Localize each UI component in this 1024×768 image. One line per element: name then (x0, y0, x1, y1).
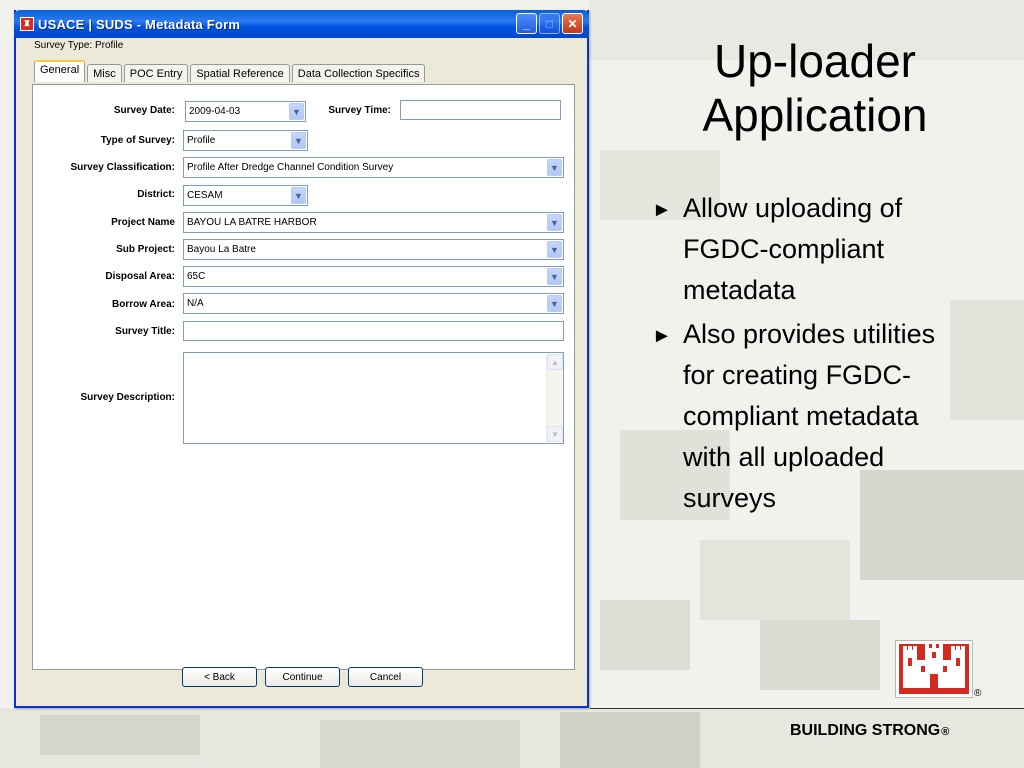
survey-classification-label: Survey Classification: (70, 162, 175, 173)
tab-data-collection-specifics[interactable]: Data Collection Specifics (291, 64, 426, 82)
bullet-arrow-icon: ► (652, 199, 672, 221)
tab-general[interactable]: General (34, 60, 86, 82)
close-button[interactable]: ✕ (562, 13, 583, 34)
survey-time-label: Survey Time: (328, 105, 391, 116)
usace-castle-logo (896, 641, 972, 697)
maximize-button[interactable]: □ (539, 13, 560, 34)
survey-date-select[interactable]: 2009-04-03 ▼ (185, 101, 306, 122)
back-button[interactable]: < Back (182, 667, 257, 687)
dropdown-arrow-icon[interactable]: ▼ (547, 214, 562, 231)
tab-misc[interactable]: Misc (87, 64, 122, 82)
dropdown-arrow-icon[interactable]: ▼ (547, 268, 562, 285)
sub-project-select[interactable]: Bayou La Batre ▼ (183, 239, 564, 260)
brand-registered-mark: ® (941, 726, 950, 738)
footer-brand: BUILDING STRONG ® (790, 722, 949, 740)
project-name-select[interactable]: BAYOU LA BATRE HARBOR ▼ (183, 212, 564, 233)
district-value: CESAM (187, 190, 223, 201)
slide-title-line-2: Application (702, 89, 928, 141)
project-name-value: BAYOU LA BATRE HARBOR (187, 217, 317, 228)
dropdown-arrow-icon[interactable]: ▼ (289, 103, 304, 120)
dropdown-arrow-icon[interactable]: ▼ (291, 132, 306, 149)
survey-title-label: Survey Title: (115, 326, 175, 337)
logo-registered-mark: ® (974, 688, 982, 699)
tab-spatial-reference[interactable]: Spatial Reference (190, 64, 290, 82)
survey-time-field[interactable] (400, 100, 561, 120)
borrow-area-label: Borrow Area: (112, 299, 175, 310)
usace-castle-icon: ♜ (20, 17, 34, 31)
type-of-survey-value: Profile (187, 135, 216, 146)
bullet-item: ► Also provides utilities for creating F… (652, 314, 1012, 519)
district-select[interactable]: CESAM ▼ (183, 185, 308, 206)
dropdown-arrow-icon[interactable]: ▼ (291, 187, 306, 204)
dropdown-arrow-icon[interactable]: ▼ (547, 159, 562, 176)
survey-description-textarea[interactable]: ▲ ▼ (183, 352, 564, 444)
minimize-icon: _ (523, 16, 530, 31)
metadata-form-window: ♜ USACE | SUDS - Metadata Form _ □ ✕ Sur… (14, 10, 589, 708)
survey-title-field[interactable] (183, 321, 564, 341)
project-name-label: Project Name (111, 217, 175, 228)
bullet-item: ► Allow uploading of FGDC-compliant meta… (652, 188, 1012, 311)
slide-title-line-1: Up-loader (714, 35, 916, 87)
window-title-bar[interactable]: ♜ USACE | SUDS - Metadata Form _ □ ✕ (14, 10, 589, 38)
footer-divider (590, 708, 1024, 709)
type-of-survey-select[interactable]: Profile ▼ (183, 130, 308, 151)
scroll-down-icon[interactable]: ▼ (547, 426, 563, 442)
survey-type-label: Survey Type: Profile (34, 40, 124, 51)
dropdown-arrow-icon[interactable]: ▼ (547, 295, 562, 312)
bullet-text: Allow uploading of FGDC-compliant metada… (683, 193, 903, 305)
disposal-area-value: 65C (187, 271, 206, 282)
bullet-list: ► Allow uploading of FGDC-compliant meta… (652, 188, 1012, 522)
slide-title: Up-loader Application (640, 34, 990, 142)
borrow-area-value: N/A (187, 298, 204, 309)
close-icon: ✕ (567, 16, 578, 31)
district-label: District: (137, 189, 175, 200)
survey-description-label: Survey Description: (80, 392, 175, 403)
minimize-button[interactable]: _ (516, 13, 537, 34)
sub-project-label: Sub Project: (116, 244, 175, 255)
brand-text: BUILDING STRONG (790, 722, 941, 739)
borrow-area-select[interactable]: N/A ▼ (183, 293, 564, 314)
window-title: USACE | SUDS - Metadata Form (38, 16, 241, 32)
disposal-area-select[interactable]: 65C ▼ (183, 266, 564, 287)
survey-date-value: 2009-04-03 (189, 106, 241, 117)
scroll-up-icon[interactable]: ▲ (547, 354, 563, 370)
survey-classification-select[interactable]: Profile After Dredge Channel Condition S… (183, 157, 564, 178)
type-of-survey-label: Type of Survey: (100, 135, 175, 146)
bullet-text: Also provides utilities for creating FGD… (683, 319, 936, 513)
continue-button[interactable]: Continue (265, 667, 340, 687)
maximize-icon: □ (545, 16, 554, 31)
general-tab-panel: Survey Date: 2009-04-03 ▼ Survey Time: T… (32, 84, 575, 670)
tab-bar: General Misc POC Entry Spatial Reference… (34, 60, 427, 82)
tab-poc-entry[interactable]: POC Entry (123, 64, 189, 82)
castle-icon (903, 644, 965, 688)
bullet-arrow-icon: ► (652, 325, 672, 347)
cancel-button[interactable]: Cancel (348, 667, 423, 687)
disposal-area-label: Disposal Area: (105, 271, 175, 282)
dropdown-arrow-icon[interactable]: ▼ (547, 241, 562, 258)
survey-classification-value: Profile After Dredge Channel Condition S… (187, 162, 394, 173)
description-scrollbar[interactable]: ▲ ▼ (546, 354, 563, 442)
sub-project-value: Bayou La Batre (187, 244, 256, 255)
survey-date-label: Survey Date: (113, 105, 175, 116)
